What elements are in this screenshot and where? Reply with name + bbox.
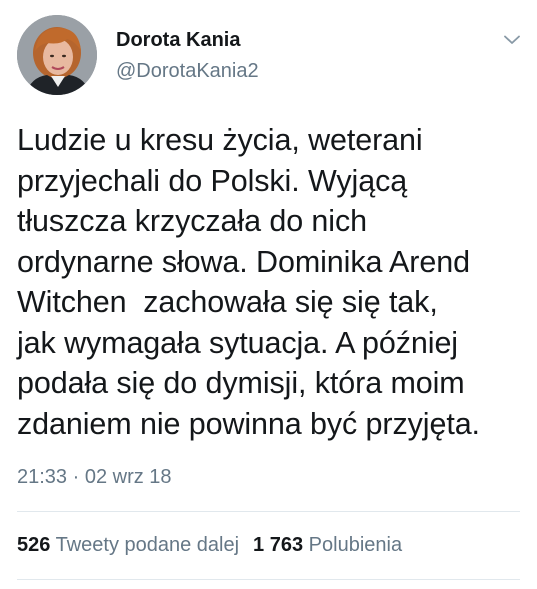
tweet-text-line: zdaniem nie powinna być przyjęta. xyxy=(17,406,480,441)
retweets-count: 526 xyxy=(17,534,51,556)
likes-count: 1 763 xyxy=(253,534,304,556)
avatar[interactable] xyxy=(17,15,97,95)
divider xyxy=(17,511,520,512)
author-handle[interactable]: @DorotaKania2 xyxy=(116,60,259,83)
author-name[interactable]: Dorota Kania xyxy=(116,29,240,52)
tweet-text-line: Witchen zachowała się się tak, xyxy=(17,285,438,319)
avatar-image xyxy=(17,15,97,95)
chevron-down-icon[interactable] xyxy=(502,30,522,50)
retweets-label: Tweety podane dalej xyxy=(55,534,240,556)
likes-label: Polubienia xyxy=(308,534,403,556)
tweet-text: Ludzie u kresu życia, weterani przyjecha… xyxy=(17,120,527,444)
retweets-stat[interactable]: 526 Tweety podane dalej xyxy=(17,534,239,557)
tweet-card: Dorota Kania @DorotaKania2 Ludzie u kres… xyxy=(0,0,537,589)
tweet-text-line: ordynarne słowa. Dominika Arend xyxy=(17,244,470,279)
tweet-text-line: tłuszcza krzyczała do nich xyxy=(17,204,367,238)
tweet-text-line: Ludzie u kresu życia, weterani xyxy=(17,123,423,157)
tweet-text-line: jak wymagała sytuacja. A później xyxy=(17,325,458,360)
divider xyxy=(17,579,520,580)
tweet-text-line: przyjechali do Polski. Wyjącą xyxy=(17,163,408,198)
tweet-text-line: podała się do dymisji, która moim xyxy=(17,366,465,400)
likes-stat[interactable]: 1 763 Polubienia xyxy=(253,534,402,557)
tweet-timestamp[interactable]: 21:33 · 02 wrz 18 xyxy=(17,466,172,489)
tweet-stats: 526 Tweety podane dalej 1 763 Polubienia xyxy=(17,534,402,557)
